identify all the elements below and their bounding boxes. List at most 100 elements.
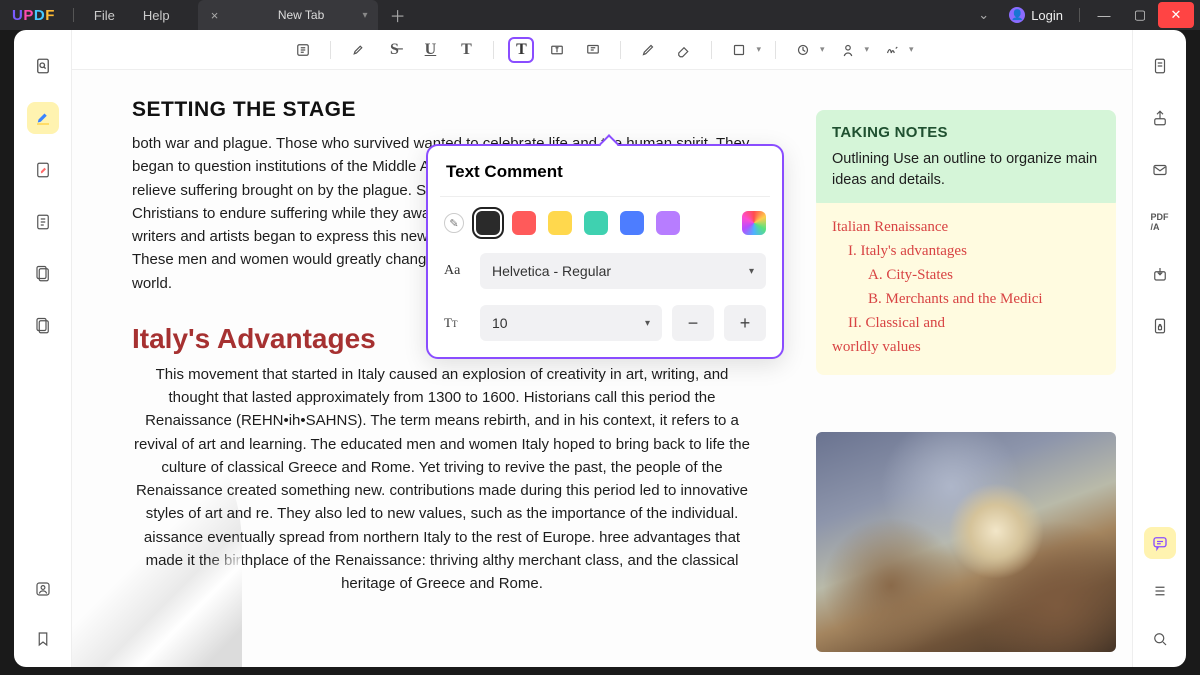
notes-panel: TAKING NOTES Outlining Use an outline to… [816, 110, 1116, 375]
annotation-toolbar: S̶ U T T ▾ ▾ ▾ ▾ [72, 30, 1132, 70]
no-color-icon[interactable]: ✎ [444, 213, 464, 233]
signature-icon[interactable] [879, 37, 905, 63]
contact-icon[interactable] [27, 573, 59, 605]
document-viewport[interactable]: SETTING THE STAGE both war and plague. T… [72, 70, 1132, 667]
note-icon[interactable] [290, 37, 316, 63]
sticker-icon[interactable] [835, 37, 861, 63]
comments-panel-icon[interactable] [1144, 527, 1176, 559]
outline-line: worldly values [832, 335, 1100, 359]
increase-size-button[interactable]: + [724, 305, 766, 341]
chevron-down-icon: ▾ [749, 266, 754, 277]
text-comment-popup: Text Comment ✎ Aa Helvetica - Reg [426, 144, 784, 359]
heading-1: SETTING THE STAGE [132, 98, 752, 122]
organize-pages-icon[interactable] [27, 206, 59, 238]
font-label-icon: Aa [444, 263, 470, 279]
notes-body: Outlining Use an outline to organize mai… [832, 149, 1100, 191]
color-swatch-teal[interactable] [584, 211, 608, 235]
shape-icon[interactable] [726, 37, 752, 63]
user-icon: 👤 [1009, 7, 1025, 23]
font-value: Helvetica - Regular [492, 263, 611, 279]
tab-label: New Tab [240, 8, 363, 22]
separator [330, 41, 331, 59]
callout-icon[interactable] [580, 37, 606, 63]
menu-help[interactable]: Help [129, 8, 184, 23]
edit-page-icon[interactable] [27, 154, 59, 186]
outline-line: Italian Renaissance [832, 215, 1100, 239]
bookmark-icon[interactable] [27, 623, 59, 655]
page-info-icon[interactable] [1144, 50, 1176, 82]
left-rail [14, 30, 72, 667]
close-icon[interactable]: × [208, 8, 222, 22]
menu-file[interactable]: File [80, 8, 129, 23]
chevron-down-icon[interactable]: ▾ [820, 44, 825, 55]
main-area: S̶ U T T ▾ ▾ ▾ ▾ SETTING THE STAGE both [72, 30, 1132, 667]
chevron-down-icon[interactable]: ▾ [865, 44, 870, 55]
text-comment-tool[interactable]: T [508, 37, 534, 63]
outline-line: I. Italy's advantages [832, 239, 1100, 263]
add-tab-button[interactable]: ＋ [386, 3, 410, 27]
font-select[interactable]: Helvetica - Regular ▾ [480, 253, 766, 289]
separator [73, 8, 74, 22]
close-button[interactable]: ✕ [1158, 2, 1194, 28]
color-swatch-blue[interactable] [620, 211, 644, 235]
right-rail: PDF/A [1132, 30, 1186, 667]
separator [775, 41, 776, 59]
size-row: TT 10 ▾ − + [428, 299, 782, 357]
notes-box: TAKING NOTES Outlining Use an outline to… [816, 110, 1116, 209]
outline-panel: Italian Renaissance I. Italy's advantage… [816, 203, 1116, 375]
pencil-icon[interactable] [635, 37, 661, 63]
size-select[interactable]: 10 ▾ [480, 305, 662, 341]
list-icon[interactable] [1144, 575, 1176, 607]
stamp-icon[interactable] [790, 37, 816, 63]
outline-line: II. Classical and [832, 311, 1100, 335]
color-row: ✎ [428, 197, 782, 247]
chevron-down-icon[interactable]: ▾ [363, 10, 368, 21]
separator [711, 41, 712, 59]
chevron-down-icon[interactable]: ▾ [756, 44, 761, 55]
chevron-down-icon[interactable]: ⌄ [968, 7, 999, 23]
separator [1079, 8, 1080, 22]
color-swatch-yellow[interactable] [548, 211, 572, 235]
highlight-tool-icon[interactable] [345, 37, 371, 63]
titlebar: UPDF File Help × New Tab ▾ ＋ ⌄ 👤 Login —… [0, 0, 1200, 30]
tab-new[interactable]: × New Tab ▾ [198, 0, 378, 30]
color-swatch-black[interactable] [476, 211, 500, 235]
pdfa-icon[interactable]: PDF/A [1144, 206, 1176, 238]
highlighter-icon[interactable] [27, 102, 59, 134]
save-icon[interactable] [1144, 258, 1176, 290]
decrease-size-button[interactable]: − [672, 305, 714, 341]
color-picker-button[interactable] [742, 211, 766, 235]
squiggly-icon[interactable]: T [453, 37, 479, 63]
size-label-icon: TT [444, 315, 470, 331]
login-button[interactable]: 👤 Login [999, 7, 1073, 23]
notes-title: TAKING NOTES [832, 124, 1100, 141]
font-row: Aa Helvetica - Regular ▾ [428, 247, 782, 299]
pages-icon[interactable] [27, 258, 59, 290]
chevron-down-icon: ▾ [645, 318, 650, 329]
protect-icon[interactable] [1144, 310, 1176, 342]
search-page-icon[interactable] [27, 50, 59, 82]
app-logo: UPDF [12, 7, 55, 24]
share-icon[interactable] [1144, 102, 1176, 134]
separator [493, 41, 494, 59]
strikethrough-icon[interactable]: S̶ [381, 37, 407, 63]
popup-title: Text Comment [428, 146, 782, 196]
chevron-down-icon[interactable]: ▾ [909, 44, 914, 55]
color-swatch-purple[interactable] [656, 211, 680, 235]
minimize-button[interactable]: — [1086, 2, 1122, 28]
underline-icon[interactable]: U [417, 37, 443, 63]
color-swatch-red[interactable] [512, 211, 536, 235]
textbox-icon[interactable] [544, 37, 570, 63]
maximize-button[interactable]: ▢ [1122, 2, 1158, 28]
renaissance-painting-image [816, 432, 1116, 652]
outline-line: A. City-States [832, 263, 1100, 287]
separator [620, 41, 621, 59]
duplicate-pages-icon[interactable] [27, 310, 59, 342]
search-icon[interactable] [1144, 623, 1176, 655]
app-frame: S̶ U T T ▾ ▾ ▾ ▾ SETTING THE STAGE both [14, 30, 1186, 667]
eraser-icon[interactable] [671, 37, 697, 63]
email-icon[interactable] [1144, 154, 1176, 186]
paragraph: This movement that started in Italy caus… [132, 363, 752, 596]
size-value: 10 [492, 315, 508, 331]
outline-line: B. Merchants and the Medici [832, 287, 1100, 311]
